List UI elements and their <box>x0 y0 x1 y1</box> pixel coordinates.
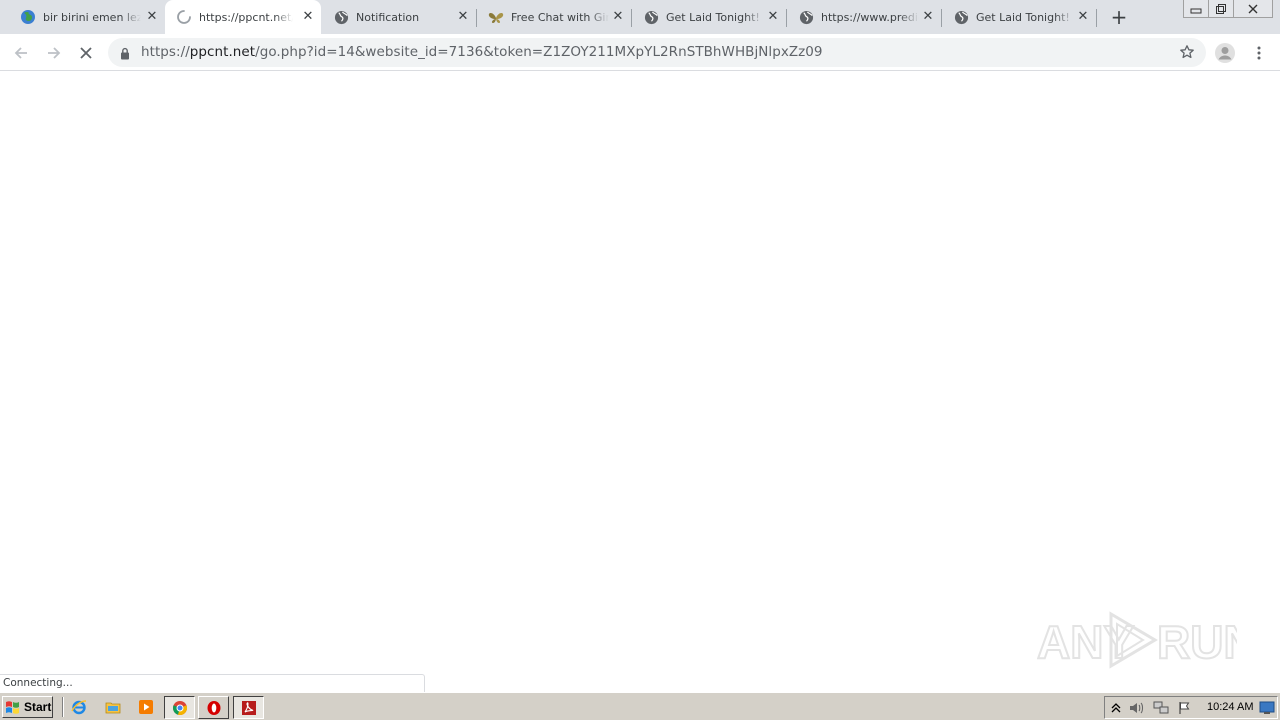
url-path: /go.php?id=14&website_id=7136&token=Z1ZO… <box>255 44 823 60</box>
tab-6[interactable]: https://www.prediction ✕ <box>786 0 942 34</box>
tab-3[interactable]: Notification ✕ <box>321 0 477 34</box>
close-tab-icon[interactable]: ✕ <box>456 10 470 24</box>
globe-icon <box>333 9 349 25</box>
restore-icon <box>1216 3 1226 14</box>
taskbar-acrobat-button[interactable] <box>233 696 264 719</box>
menu-button[interactable] <box>1248 42 1270 64</box>
chrome-icon <box>172 700 187 715</box>
tab-strip: bir birini emen lezbiyen ✕ https://ppcnt… <box>0 0 1280 34</box>
taskbar-opera-button[interactable] <box>198 696 229 719</box>
stop-loading-button[interactable] <box>75 42 97 64</box>
close-tab-icon[interactable]: ✕ <box>301 10 315 24</box>
close-tab-icon[interactable]: ✕ <box>611 10 625 24</box>
tab-7[interactable]: Get Laid Tonight! ✕ <box>941 0 1097 34</box>
show-desktop-icon[interactable] <box>1259 700 1275 716</box>
back-button[interactable] <box>10 42 32 64</box>
windows-taskbar: Start 10:24 AM <box>0 692 1280 720</box>
folder-icon[interactable] <box>104 698 122 716</box>
clock[interactable]: 10:24 AM <box>1207 701 1253 713</box>
tab-title: bir birini emen lezbiyen <box>43 10 141 24</box>
restore-button[interactable] <box>1208 0 1234 18</box>
arrow-right-icon <box>48 47 61 59</box>
close-icon <box>1248 4 1258 13</box>
acrobat-icon <box>241 700 256 715</box>
taskbar-separator <box>62 697 64 717</box>
windows-logo-icon <box>6 701 19 714</box>
volume-icon[interactable] <box>1128 700 1144 716</box>
minimize-button[interactable] <box>1183 0 1209 18</box>
watermark-text-right: RUN <box>1157 616 1237 668</box>
forward-button[interactable] <box>43 42 65 64</box>
tab-1[interactable]: bir birini emen lezbiyen ✕ <box>0 0 166 34</box>
taskbar-chrome-button[interactable] <box>164 696 195 719</box>
tab-5[interactable]: Get Laid Tonight! ✕ <box>631 0 787 34</box>
close-tab-icon[interactable]: ✕ <box>1076 10 1090 24</box>
url-text: https://ppcnt.net/go.php?id=14&website_i… <box>141 44 823 60</box>
address-bar[interactable]: https://ppcnt.net/go.php?id=14&website_i… <box>108 38 1206 67</box>
show-hidden-icons-icon[interactable] <box>1108 700 1124 716</box>
tab-title: Free Chat with Girls <box>511 10 609 24</box>
anyrun-watermark: ANY RUN <box>1037 611 1237 669</box>
globe-color-icon <box>20 9 36 25</box>
globe-icon <box>643 9 659 25</box>
url-scheme: https:// <box>141 44 190 60</box>
opera-icon <box>207 700 220 715</box>
tab-2-active[interactable]: https://ppcnt.net/go.php ✕ <box>165 0 321 34</box>
url-host: ppcnt.net <box>189 44 256 60</box>
close-tab-icon[interactable]: ✕ <box>145 10 159 24</box>
minimize-icon <box>1190 8 1202 13</box>
tab-4[interactable]: Free Chat with Girls ✕ <box>476 0 632 34</box>
media-player-icon[interactable] <box>137 698 155 716</box>
browser-toolbar: https://ppcnt.net/go.php?id=14&website_i… <box>0 34 1280 71</box>
close-window-button[interactable] <box>1233 0 1273 18</box>
ie-icon[interactable] <box>70 698 88 716</box>
globe-icon <box>798 9 814 25</box>
network-icon[interactable] <box>1153 700 1169 716</box>
arrow-left-icon <box>14 47 27 59</box>
action-center-flag-icon[interactable] <box>1177 700 1193 716</box>
page-content <box>0 72 1280 692</box>
tab-title: Notification <box>356 10 420 24</box>
profile-avatar-button[interactable] <box>1214 42 1236 64</box>
bookmark-star-icon[interactable] <box>1179 44 1195 64</box>
butterfly-icon <box>488 9 504 25</box>
loading-spinner-icon <box>176 9 192 25</box>
tab-title: Get Laid Tonight! <box>976 10 1070 24</box>
new-tab-button[interactable]: + <box>1109 7 1129 27</box>
stop-icon <box>80 47 92 59</box>
start-label: Start <box>24 700 52 714</box>
tab-title: https://ppcnt.net/go.php <box>199 10 293 24</box>
avatar-icon <box>1215 43 1235 63</box>
tab-separator <box>1096 9 1097 27</box>
close-tab-icon[interactable]: ✕ <box>921 10 935 24</box>
tab-title: https://www.prediction <box>821 10 919 24</box>
kebab-menu-icon <box>1257 46 1261 60</box>
lock-icon <box>120 45 130 64</box>
tab-title: Get Laid Tonight! <box>666 10 760 24</box>
start-button[interactable]: Start <box>2 696 53 718</box>
system-tray: 10:24 AM <box>1104 696 1278 719</box>
status-bubble: Connecting... <box>0 674 425 692</box>
globe-icon <box>953 9 969 25</box>
close-tab-icon[interactable]: ✕ <box>766 10 780 24</box>
